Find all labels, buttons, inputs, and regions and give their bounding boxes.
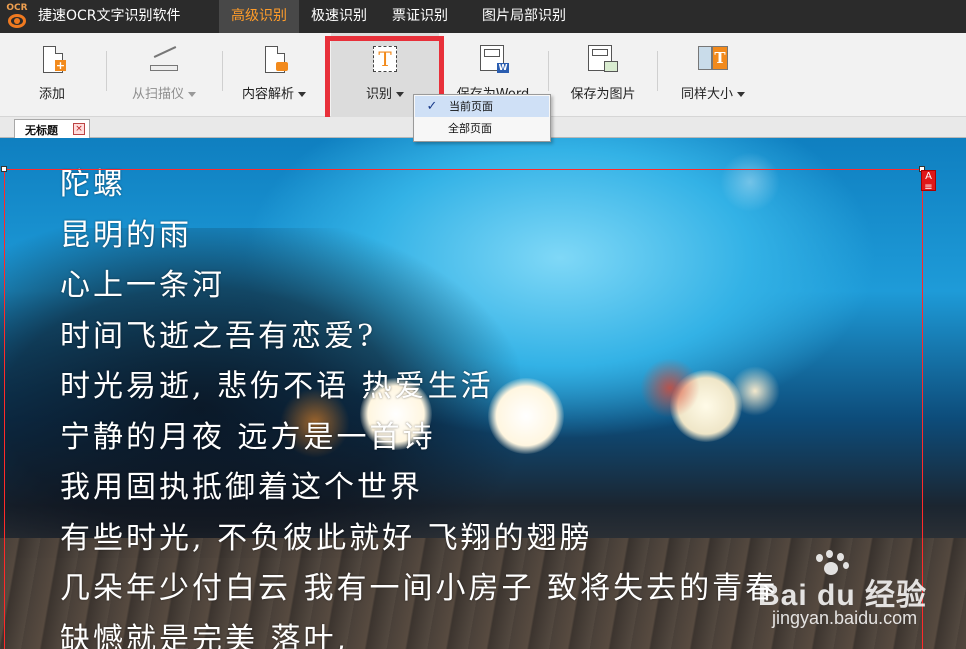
- app-title: 捷速OCR文字识别软件: [38, 8, 181, 24]
- add-button[interactable]: + 添加: [14, 33, 90, 117]
- chevron-down-icon: [188, 92, 196, 97]
- tab-partial-image-recognition[interactable]: 图片局部识别: [467, 0, 581, 33]
- scanner-icon: [149, 45, 179, 75]
- recognize-dropdown-menu: ✓ 当前页面 全部页面: [413, 94, 551, 142]
- from-scanner-button[interactable]: 从扫描仪: [118, 33, 210, 117]
- same-size-button[interactable]: T 同样大小: [670, 33, 756, 117]
- save-image-icon: [588, 45, 618, 75]
- content-parse-button[interactable]: 内容解析: [232, 33, 316, 117]
- document-tab-title: 无标题: [25, 124, 58, 137]
- tab-advanced-recognition[interactable]: 高级识别: [219, 0, 299, 33]
- toolbar-divider: [222, 51, 223, 91]
- watermark-url: jingyan.baidu.com: [772, 608, 918, 628]
- image-canvas[interactable]: 陀螺 昆明的雨 心上一条河 时间飞逝之吾有恋爱? 时光易逝, 悲伤不语 热爱生活…: [0, 138, 966, 649]
- same-size-icon: T: [698, 45, 728, 75]
- parse-document-icon: [259, 45, 289, 75]
- menu-item-label: 全部页面: [448, 122, 492, 135]
- add-label: 添加: [38, 87, 65, 102]
- content-parse-label: 内容解析: [241, 87, 294, 102]
- toolbar-divider: [548, 51, 549, 91]
- chevron-down-icon: [737, 92, 745, 97]
- checkmark-icon: ✓: [426, 99, 438, 114]
- add-file-icon: +: [37, 45, 67, 75]
- chevron-down-icon: [298, 92, 306, 97]
- toolbar-divider: [657, 51, 658, 91]
- save-word-icon: W: [478, 45, 509, 75]
- resize-handle[interactable]: [1, 166, 7, 172]
- tab-ticket-recognition[interactable]: 票证识别: [379, 0, 461, 33]
- from-scanner-label: 从扫描仪: [131, 87, 184, 102]
- menu-item-all-pages[interactable]: 全部页面: [414, 118, 550, 140]
- save-as-image-label: 保存为图片: [570, 87, 636, 102]
- title-bar: OCR 捷速OCR文字识别软件 高级识别 极速识别 票证识别 图片局部识别: [0, 0, 966, 33]
- document-tab[interactable]: 无标题 ×: [14, 119, 90, 138]
- menu-item-current-page[interactable]: ✓ 当前页面: [415, 96, 549, 117]
- close-icon[interactable]: ×: [73, 123, 85, 135]
- same-size-label: 同样大小: [680, 87, 733, 102]
- app-logo-icon: OCR: [4, 3, 30, 30]
- save-as-image-button[interactable]: 保存为图片: [560, 33, 646, 117]
- menu-item-label: 当前页面: [449, 100, 493, 113]
- tab-fast-recognition[interactable]: 极速识别: [299, 0, 379, 33]
- toolbar-divider: [106, 51, 107, 91]
- logo-text: OCR: [6, 3, 28, 13]
- text-region-marker-icon[interactable]: A ≡: [921, 170, 936, 193]
